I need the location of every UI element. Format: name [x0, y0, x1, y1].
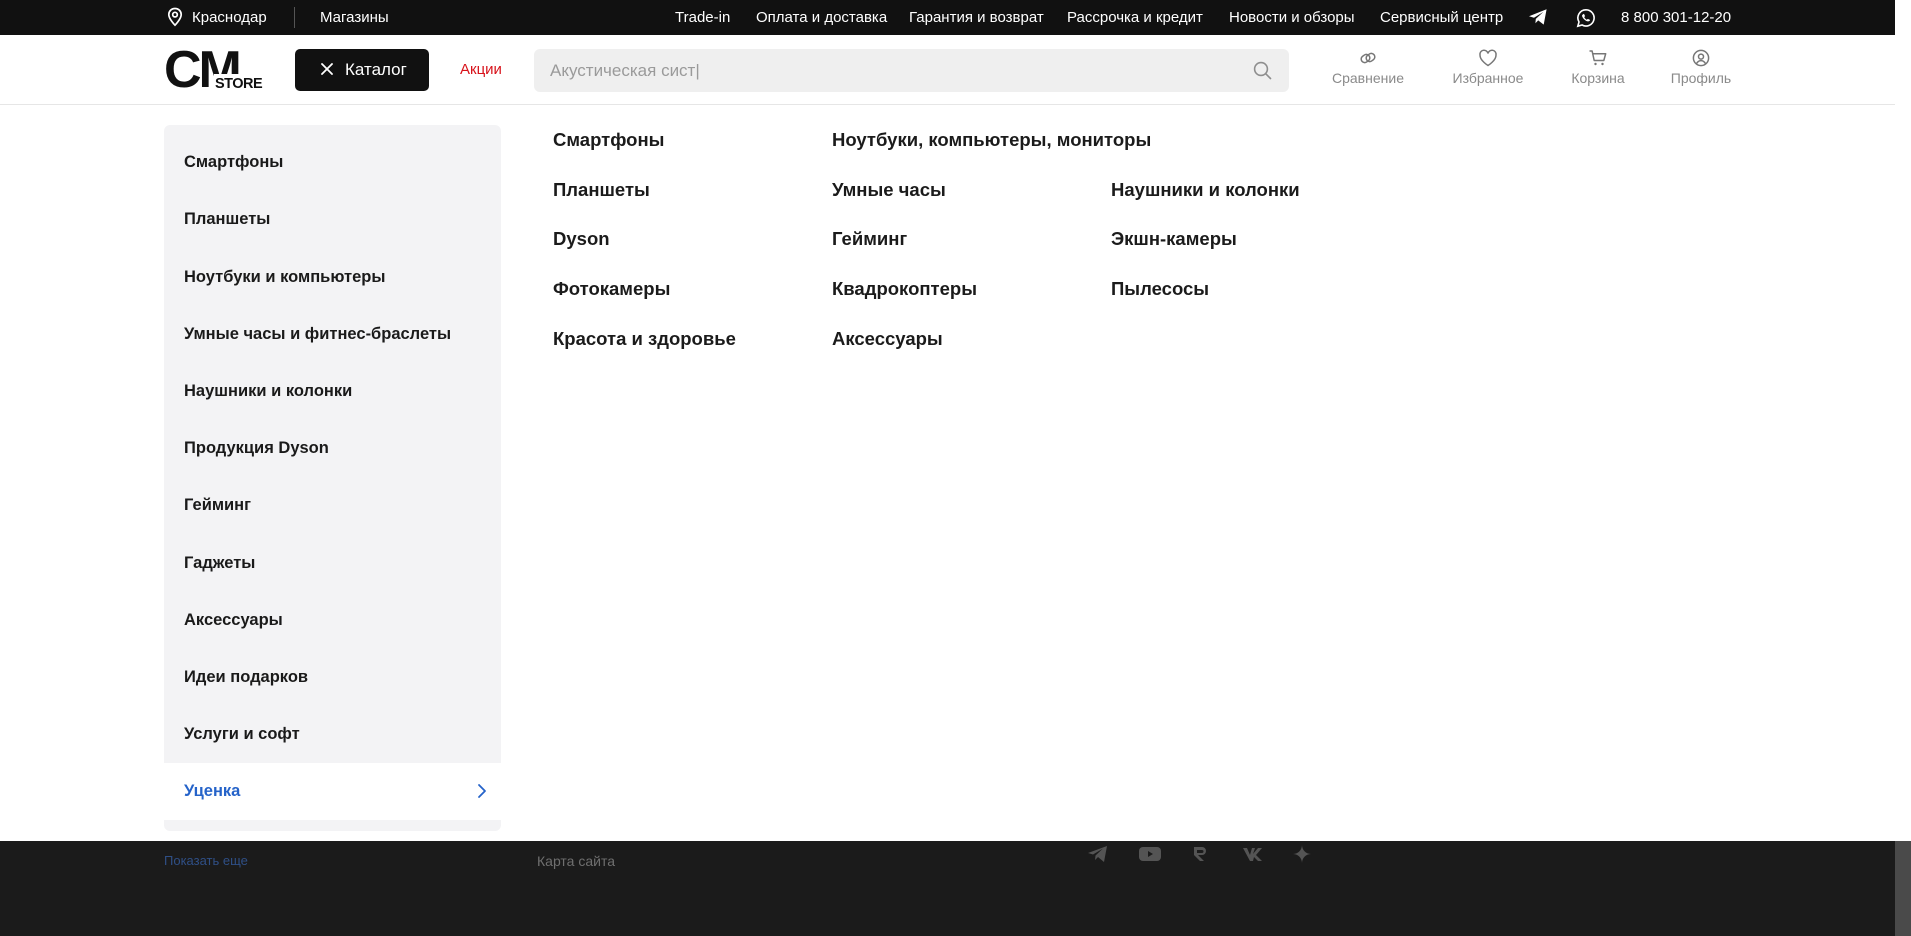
- subcategory-link[interactable]: Планшеты: [553, 179, 650, 201]
- location-pin-icon[interactable]: [166, 7, 184, 27]
- profile-label: Профиль: [1670, 70, 1732, 86]
- sidebar-item-label: Аксессуары: [184, 611, 283, 629]
- cart-button[interactable]: Корзина: [1567, 49, 1629, 86]
- sidebar-item-label: Ноутбуки и компьютеры: [184, 268, 386, 286]
- trade-in-link[interactable]: Trade-in: [675, 9, 730, 26]
- sidebar-item-label: Гейминг: [184, 496, 252, 514]
- catalog-button[interactable]: Каталог: [295, 49, 429, 91]
- news-link[interactable]: Новости и обзоры: [1229, 9, 1355, 26]
- service-center-link[interactable]: Сервисный центр: [1380, 9, 1503, 26]
- subcategory-link[interactable]: Квадрокоптеры: [832, 278, 977, 300]
- page-scrollbar[interactable]: [1895, 0, 1911, 936]
- telegram-icon[interactable]: [1087, 845, 1109, 868]
- promo-link[interactable]: Акции: [460, 61, 502, 78]
- compare-label: Сравнение: [1332, 70, 1404, 86]
- subcategory-link[interactable]: Смартфоны: [553, 129, 664, 151]
- profile-icon: [1669, 49, 1733, 67]
- scrollbar-thumb[interactable]: [1895, 841, 1911, 936]
- top-bar: Краснодар Магазины Trade-in Оплата и дос…: [0, 0, 1895, 35]
- cart-label: Корзина: [1571, 70, 1625, 86]
- sidebar-item-gift-ideas[interactable]: Идеи подарков: [164, 649, 501, 706]
- footer: Показать еще Карта сайта: [0, 841, 1895, 936]
- telegram-icon[interactable]: [1528, 8, 1548, 26]
- svg-text:STORE: STORE: [215, 76, 263, 91]
- favorites-label: Избранное: [1452, 70, 1524, 86]
- sidebar-item-label: Гаджеты: [184, 554, 256, 572]
- payment-delivery-link[interactable]: Оплата и доставка: [756, 9, 887, 26]
- rutube-icon[interactable]: [1191, 845, 1209, 868]
- sidebar-item-services[interactable]: Услуги и софт: [164, 706, 501, 763]
- subcategory-link[interactable]: Пылесосы: [1111, 278, 1209, 300]
- sidebar-item-discounted[interactable]: Уценка: [164, 763, 501, 820]
- sidebar-item-smartwatches[interactable]: Умные часы и фитнес-браслеты: [164, 306, 501, 363]
- compare-icon: [1330, 49, 1406, 67]
- installment-link[interactable]: Рассрочка и кредит: [1067, 9, 1203, 26]
- sidebar-item-tablets[interactable]: Планшеты: [164, 191, 501, 248]
- sidebar-item-dyson[interactable]: Продукция Dyson: [164, 420, 501, 477]
- show-more-link[interactable]: Показать еще: [164, 853, 248, 868]
- favorites-button[interactable]: Избранное: [1448, 49, 1528, 86]
- page: Краснодар Магазины Trade-in Оплата и дос…: [0, 0, 1911, 936]
- subcategory-link[interactable]: Красота и здоровье: [553, 328, 736, 350]
- sidebar-item-smartphones[interactable]: Смартфоны: [164, 134, 501, 191]
- sidebar-item-label: Идеи подарков: [184, 668, 309, 686]
- city-selector[interactable]: Краснодар: [192, 9, 267, 26]
- youtube-icon[interactable]: [1138, 845, 1162, 868]
- dzen-icon[interactable]: [1292, 845, 1312, 868]
- search-box: [534, 49, 1289, 92]
- sitemap-link[interactable]: Карта сайта: [537, 853, 615, 869]
- sidebar-item-gaming[interactable]: Гейминг: [164, 477, 501, 534]
- sidebar-item-headphones[interactable]: Наушники и колонки: [164, 363, 501, 420]
- sidebar-item-label: Умные часы и фитнес-браслеты: [184, 325, 452, 343]
- sidebar-item-laptops[interactable]: Ноутбуки и компьютеры: [164, 249, 501, 306]
- whatsapp-icon[interactable]: [1576, 8, 1596, 28]
- subcategory-link[interactable]: Экшн-камеры: [1111, 228, 1237, 250]
- subcategory-link[interactable]: Гейминг: [832, 228, 907, 250]
- header: CM STORE Каталог Акции Сравнение: [0, 35, 1895, 105]
- profile-button[interactable]: Профиль: [1669, 49, 1733, 86]
- catalog-sidebar: Смартфоны Планшеты Ноутбуки и компьютеры…: [164, 125, 501, 831]
- compare-button[interactable]: Сравнение: [1330, 49, 1406, 86]
- sidebar-item-label: Планшеты: [184, 210, 271, 228]
- subcategory-link[interactable]: Dyson: [553, 228, 610, 250]
- sidebar-item-label: Наушники и колонки: [184, 382, 353, 400]
- heart-icon: [1448, 49, 1528, 67]
- catalog-button-label: Каталог: [345, 60, 407, 79]
- search-icon[interactable]: [1253, 61, 1272, 85]
- sidebar-item-label: Уценка: [184, 782, 241, 800]
- chevron-right-icon: [477, 783, 487, 804]
- store-logo[interactable]: CM STORE: [164, 41, 264, 99]
- stores-link[interactable]: Магазины: [320, 9, 389, 26]
- sidebar-item-label: Услуги и софт: [184, 725, 300, 743]
- subcategory-link[interactable]: Ноутбуки, компьютеры, мониторы: [832, 129, 1151, 151]
- vk-icon[interactable]: [1241, 845, 1265, 868]
- subcategory-link[interactable]: Аксессуары: [832, 328, 943, 350]
- topbar-divider: [294, 7, 295, 28]
- sidebar-item-label: Продукция Dyson: [184, 439, 329, 457]
- search-input[interactable]: [550, 49, 1230, 92]
- sidebar-item-label: Смартфоны: [184, 153, 284, 171]
- sidebar-item-gadgets[interactable]: Гаджеты: [164, 535, 501, 592]
- close-icon: [321, 60, 333, 80]
- phone-number[interactable]: 8 800 301-12-20: [1621, 9, 1731, 26]
- subcategory-link[interactable]: Умные часы: [832, 179, 946, 201]
- warranty-link[interactable]: Гарантия и возврат: [909, 9, 1044, 26]
- sidebar-item-accessories[interactable]: Аксессуары: [164, 592, 501, 649]
- subcategory-link[interactable]: Фотокамеры: [553, 278, 670, 300]
- cart-icon: [1567, 49, 1629, 67]
- subcategory-link[interactable]: Наушники и колонки: [1111, 179, 1300, 201]
